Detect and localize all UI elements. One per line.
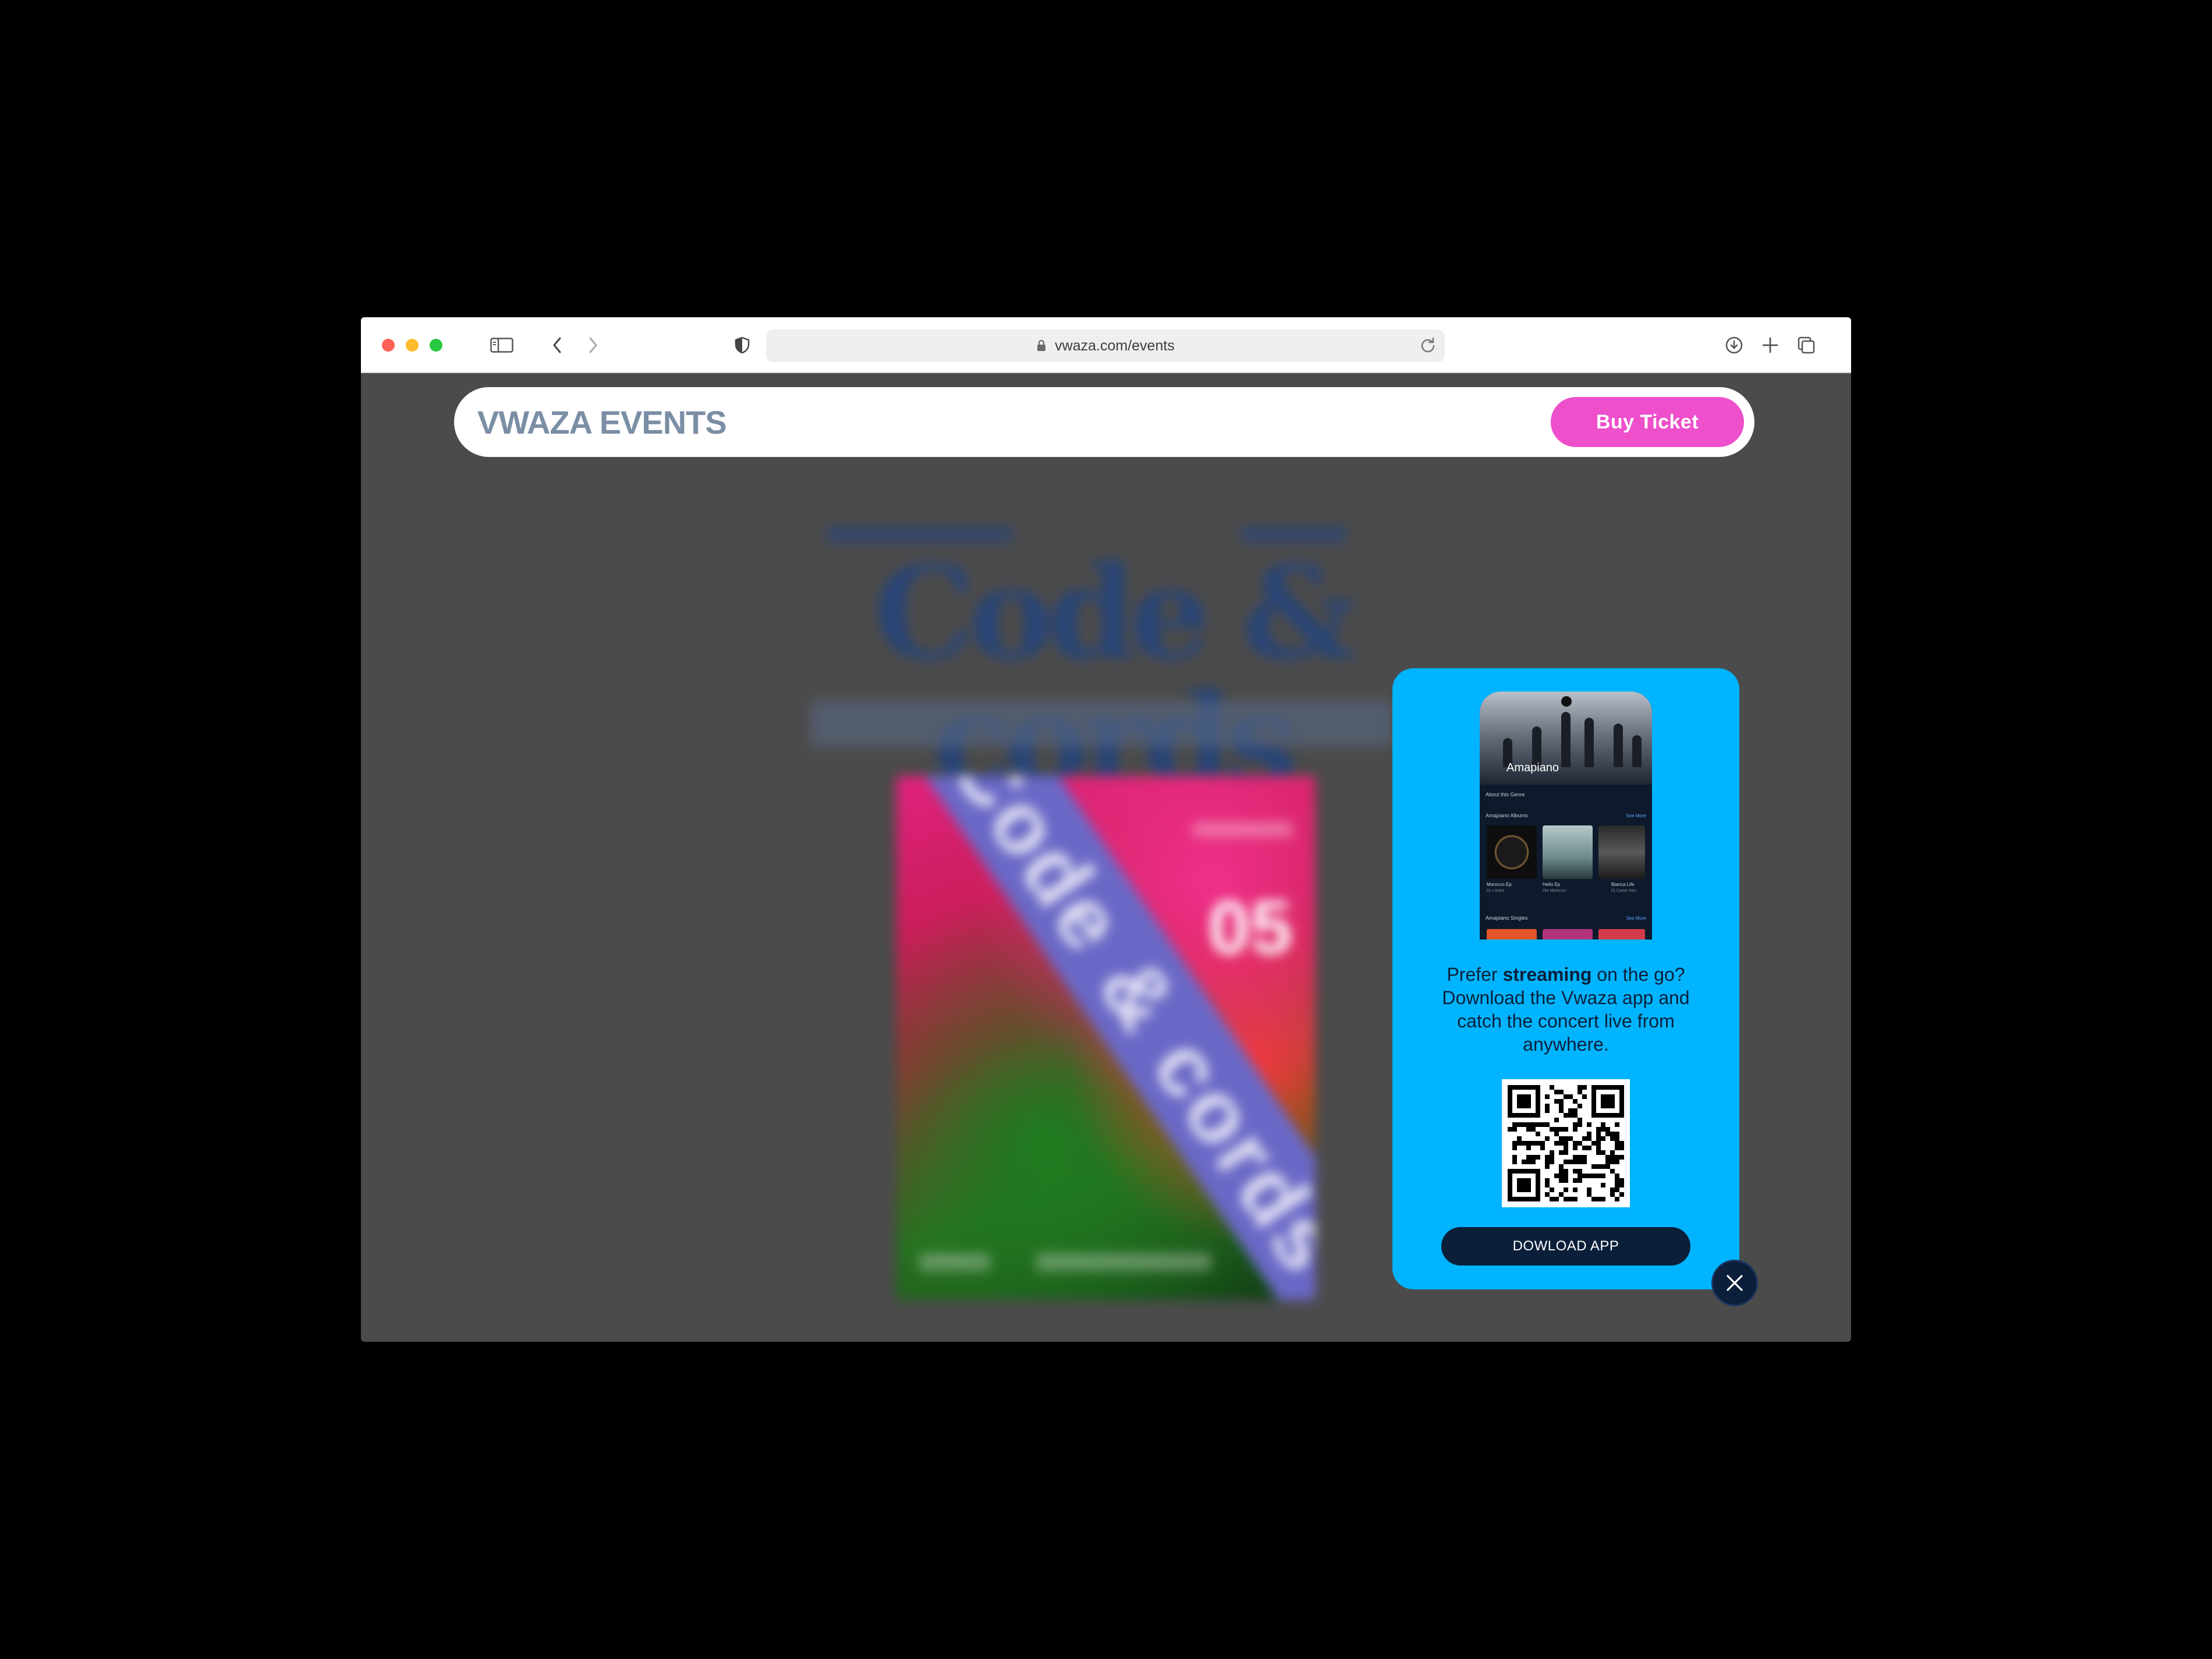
poster-footer-left: [920, 1253, 990, 1271]
site-navbar: VWAZA EVENTS Buy Ticket: [454, 387, 1754, 457]
album-artist: Dj x Artist: [1487, 889, 1504, 893]
browser-toolbar: vwaza.com/events: [361, 317, 1851, 373]
poster-band-text: Code & cords: [932, 776, 1316, 1292]
chevron-right-icon[interactable]: [584, 334, 602, 357]
single-cover: [1487, 929, 1537, 940]
sidebar-icon[interactable]: [489, 334, 515, 357]
buy-ticket-button[interactable]: Buy Ticket: [1551, 397, 1744, 447]
lock-icon: [1036, 339, 1047, 352]
app-download-popup: Amapiano About this Genre Amapiano Album…: [1392, 668, 1739, 1289]
address-bar[interactable]: vwaza.com/events: [766, 329, 1445, 362]
album-title: Morocco Ep: [1487, 882, 1512, 887]
single-cover: [1598, 929, 1645, 940]
album-artist: Dj Carter Alex: [1611, 889, 1637, 893]
close-window-button[interactable]: [382, 339, 395, 352]
hero-description: [810, 700, 1392, 747]
phone-section-about: About this Genre: [1486, 792, 1525, 797]
phone-see-more: See More: [1626, 813, 1646, 818]
event-poster: Code & cords 05: [896, 776, 1316, 1300]
hero-title: Code & cords: [873, 537, 1357, 805]
brand-logo[interactable]: VWAZA EVENTS: [477, 403, 727, 441]
qr-code[interactable]: [1502, 1079, 1630, 1207]
album-cover: [1543, 825, 1593, 879]
phone-genre-title: Amapiano: [1506, 761, 1559, 774]
phone-camera: [1561, 696, 1572, 707]
album-title: Bianca Life: [1611, 882, 1635, 887]
url-text: vwaza.com/events: [1055, 337, 1175, 354]
phone-section-singles: Amapiano Singles: [1486, 915, 1528, 921]
chevron-left-icon[interactable]: [548, 334, 566, 357]
poster-number: 05: [1208, 885, 1292, 970]
album-cover: [1598, 825, 1645, 879]
album-cover: [1487, 825, 1537, 879]
poster-footer-right: [1036, 1253, 1211, 1271]
popup-message-emphasis: streaming: [1502, 964, 1592, 985]
close-icon[interactable]: [1711, 1260, 1758, 1306]
tabs-overview-icon[interactable]: [1796, 334, 1816, 357]
maximize-window-button[interactable]: [430, 339, 442, 352]
poster-top-label: [1193, 823, 1292, 836]
phone-section-albums: Amapiano Albums: [1486, 813, 1528, 818]
page-content: Code & cords Code & cords 05 VWAZA EVENT…: [361, 374, 1851, 1342]
phone-mockup: Amapiano About this Genre Amapiano Album…: [1480, 692, 1652, 940]
download-app-button[interactable]: DOWLOAD APP: [1441, 1227, 1690, 1265]
popup-message: Prefer streaming on the go? Download the…: [1442, 964, 1690, 1055]
phone-see-more: See More: [1626, 916, 1646, 921]
album-artist: Dlo Mjolonzo: [1543, 889, 1566, 893]
single-cover: [1543, 929, 1593, 940]
shield-icon[interactable]: [733, 334, 751, 357]
reload-icon[interactable]: [1419, 336, 1437, 357]
plus-icon[interactable]: [1760, 334, 1780, 357]
album-title: Hello Ep: [1543, 882, 1561, 887]
browser-window: vwaza.com/events Code & cords Code & cor…: [361, 317, 1851, 1342]
download-icon[interactable]: [1724, 334, 1744, 357]
minimize-window-button[interactable]: [406, 339, 419, 352]
